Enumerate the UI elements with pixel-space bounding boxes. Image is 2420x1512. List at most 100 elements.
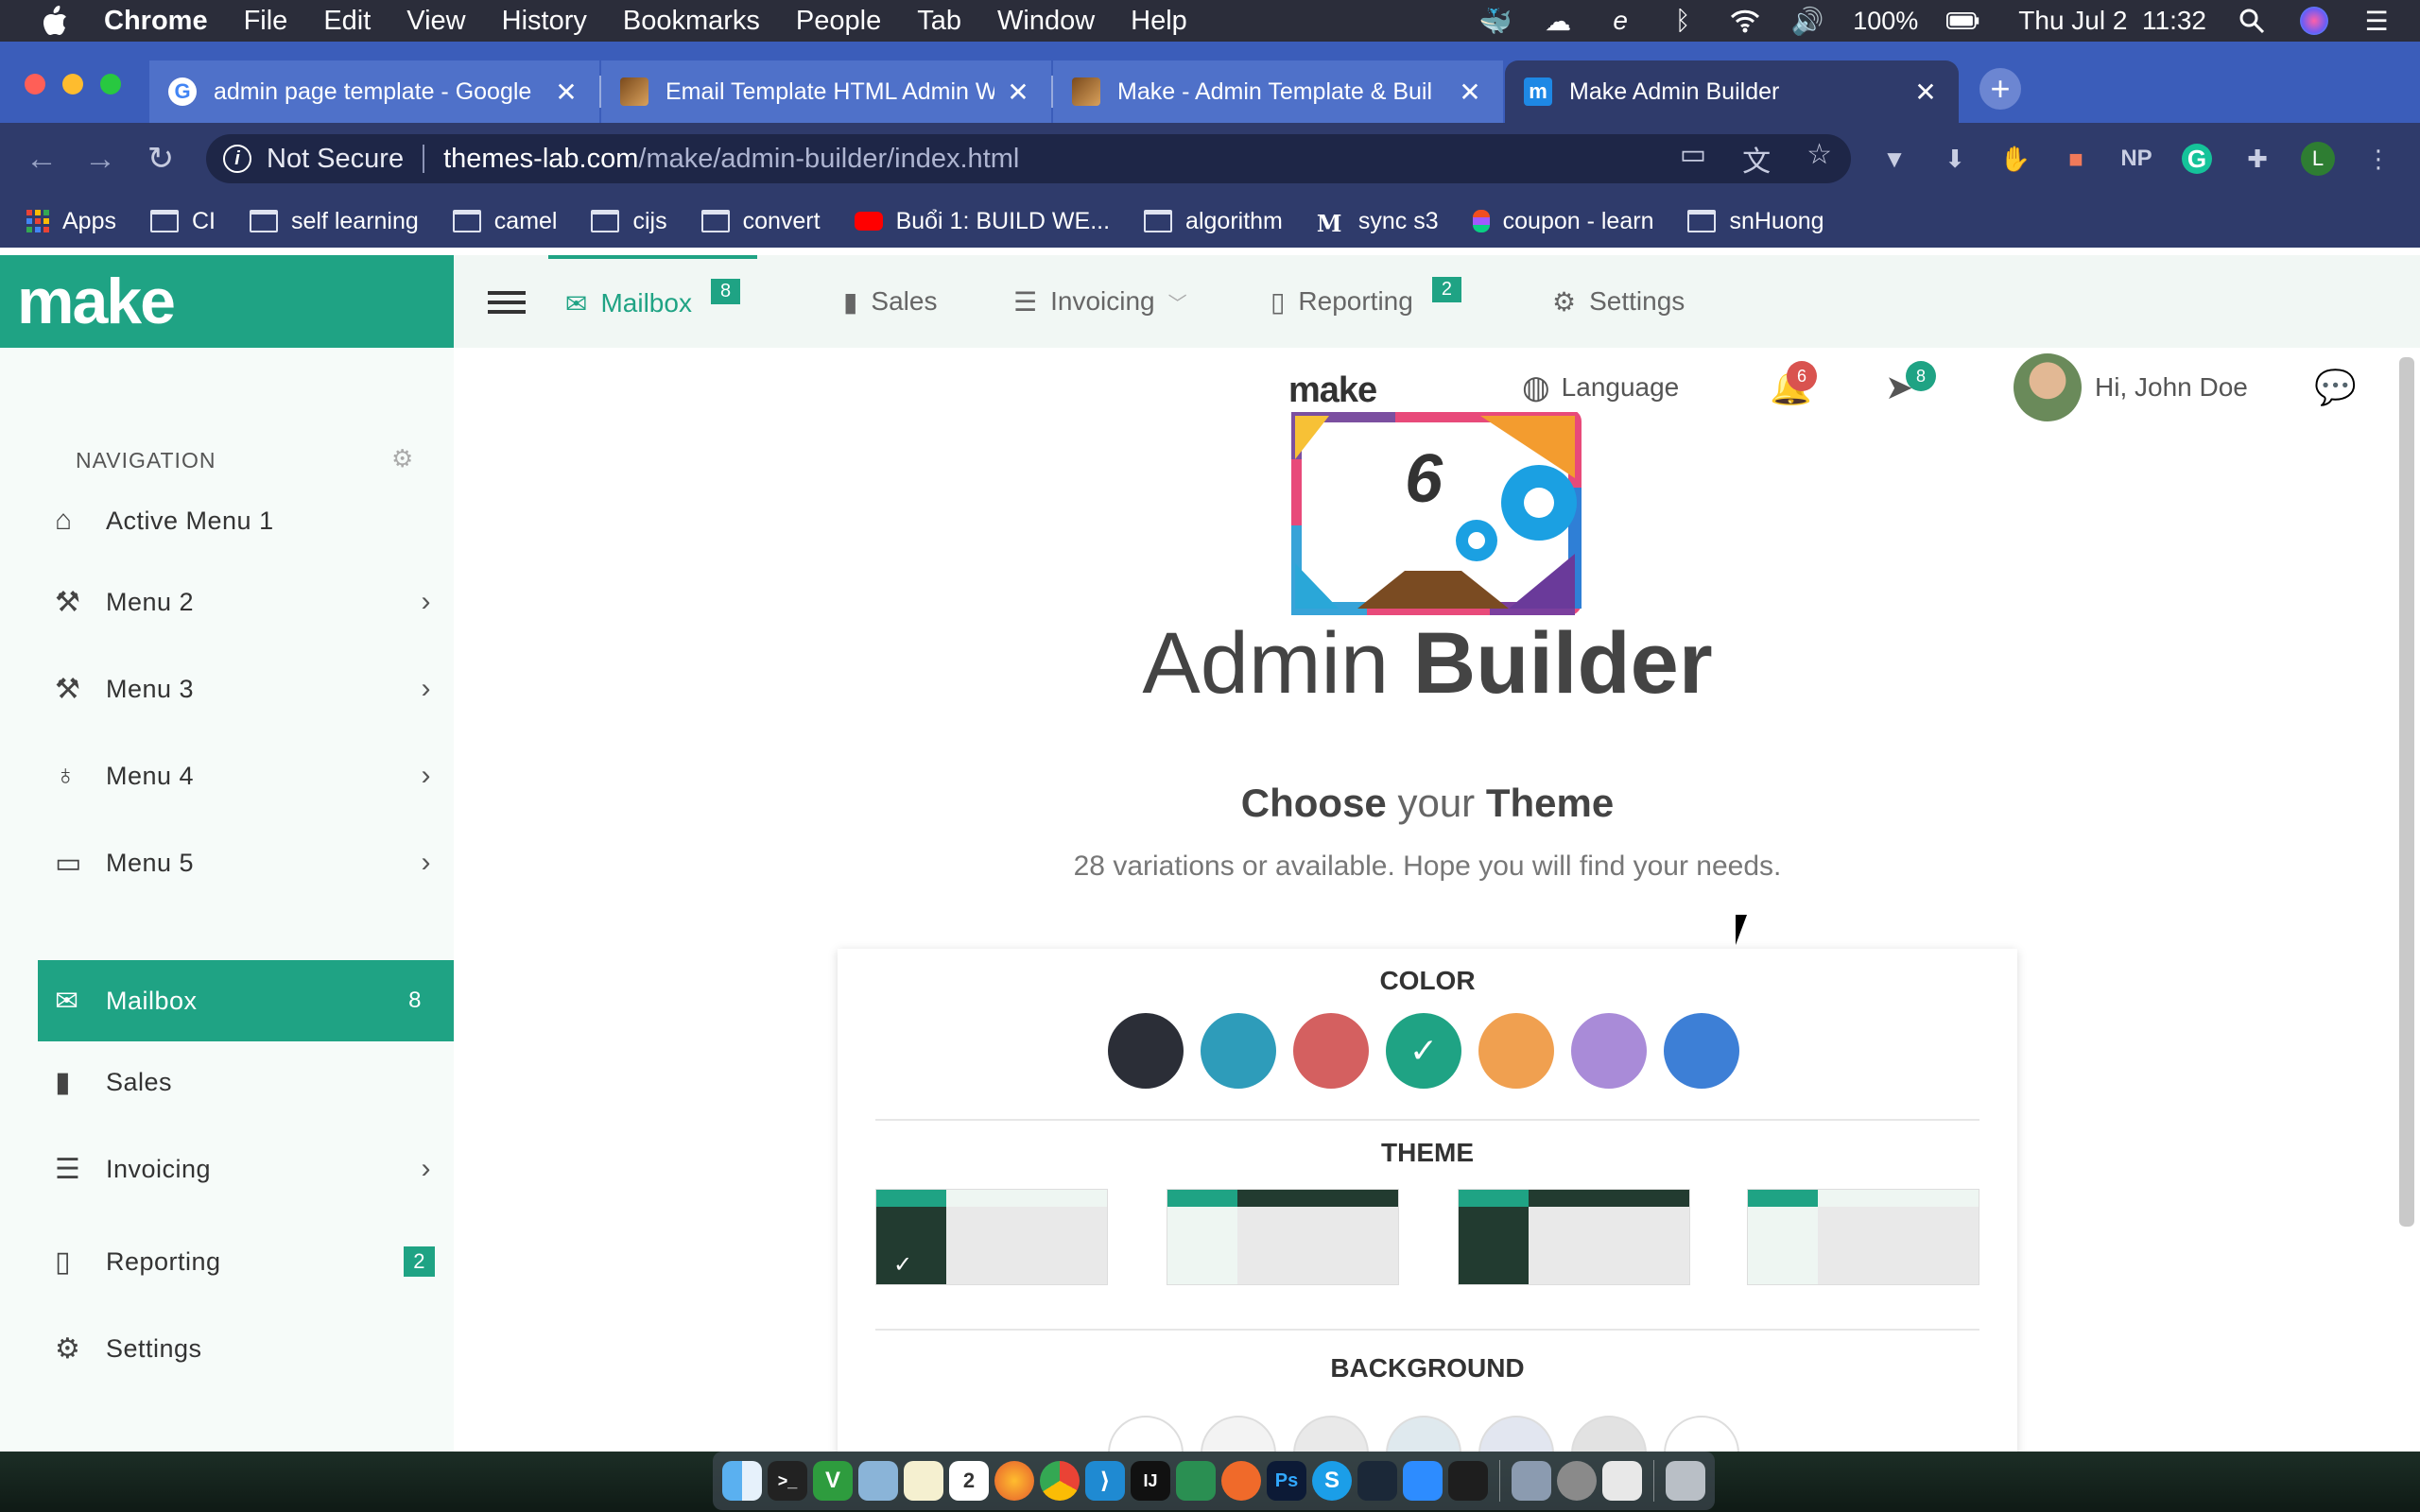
battery-icon[interactable] [1946, 7, 1980, 35]
background-swatch-4[interactable] [1386, 1416, 1461, 1452]
terminal-icon[interactable]: >_ [768, 1461, 807, 1501]
zoom-icon[interactable] [1403, 1461, 1443, 1501]
menu-people[interactable]: People [796, 6, 881, 37]
color-swatch-dark[interactable] [1108, 1013, 1184, 1089]
background-swatch-7[interactable] [1664, 1416, 1739, 1452]
menu-edit[interactable]: Edit [323, 6, 371, 37]
vscode-icon[interactable]: ⟩ [1085, 1461, 1125, 1501]
topnav-invoicing[interactable]: ☰ Invoicing ﹀ [1013, 255, 1187, 348]
menu-bookmarks[interactable]: Bookmarks [623, 6, 760, 37]
grammarly-icon[interactable]: G [2180, 142, 2214, 176]
sidebar-item-sales[interactable]: ▮ Sales [38, 1041, 454, 1123]
spotlight-icon[interactable] [2235, 7, 2269, 35]
wifi-icon[interactable] [1728, 7, 1762, 35]
bookmark-self-learning[interactable]: self learning [249, 208, 419, 235]
topnav-settings[interactable]: ⚙ Settings [1552, 255, 1685, 348]
background-swatch-3[interactable] [1293, 1416, 1369, 1452]
bookmark-cijs[interactable]: cijs [591, 208, 667, 235]
postman-icon[interactable] [1221, 1461, 1261, 1501]
back-arrow-icon[interactable]: ← [25, 141, 59, 177]
color-swatch-green[interactable]: ✓ [1386, 1013, 1461, 1089]
color-swatch-royal-blue[interactable] [1664, 1013, 1739, 1089]
sidebar-item-menu-3[interactable]: ⚒ Menu 3 › [38, 648, 454, 730]
user-menu[interactable]: Hi, John Doe [2014, 353, 2248, 421]
sidebar-item-reporting[interactable]: ▯ Reporting 2 [38, 1221, 454, 1302]
documents-stack-icon[interactable] [1602, 1461, 1642, 1501]
background-swatch-1[interactable] [1108, 1416, 1184, 1452]
theme-option-4[interactable] [1747, 1189, 1979, 1285]
new-tab-button[interactable]: + [1979, 68, 2021, 110]
tab-email-template[interactable]: Email Template HTML Admin W ✕ [601, 60, 1051, 123]
notes-icon[interactable] [904, 1461, 943, 1501]
background-swatch-2[interactable] [1201, 1416, 1276, 1452]
red-extension-icon[interactable]: ■ [2059, 142, 2093, 176]
gear-icon[interactable]: ⚙ [391, 444, 413, 473]
skype-icon[interactable]: S [1312, 1461, 1352, 1501]
language-selector[interactable]: ◍ Language [1522, 367, 1679, 408]
chrome-icon[interactable] [1040, 1461, 1080, 1501]
page-scrollbar[interactable] [2399, 357, 2414, 1227]
topnav-sales[interactable]: ▮ Sales [843, 255, 937, 348]
profile-avatar-icon[interactable]: L [2301, 142, 2335, 176]
color-swatch-orange[interactable] [1478, 1013, 1554, 1089]
sidebar-item-invoicing[interactable]: ☰ Invoicing › [38, 1128, 454, 1210]
translate-icon[interactable]: 文 [1742, 138, 1771, 180]
bookmark-camel[interactable]: camel [452, 208, 557, 235]
sidebar-item-settings[interactable]: ⚙ Settings [38, 1308, 454, 1389]
bookmark-algorithm[interactable]: algorithm [1144, 208, 1283, 235]
color-swatch-blue[interactable] [1201, 1013, 1276, 1089]
forward-arrow-icon[interactable]: → [83, 141, 117, 177]
intellij-icon[interactable]: IJ [1131, 1461, 1170, 1501]
sidebar-item-menu-5[interactable]: ▭ Menu 5 › [38, 822, 454, 903]
system-preferences-icon[interactable] [1557, 1461, 1597, 1501]
cast-icon[interactable]: ▭ [1680, 138, 1706, 180]
close-tab-icon[interactable]: ✕ [1456, 77, 1484, 108]
trash-icon[interactable] [1666, 1461, 1705, 1501]
background-swatch-5[interactable] [1478, 1416, 1554, 1452]
tab-make-template[interactable]: Make - Admin Template & Buil ✕ [1053, 60, 1503, 123]
bookmark-snhuong[interactable]: snHuong [1687, 208, 1824, 235]
stop-extension-icon[interactable]: ✋ [1998, 142, 2032, 176]
hamburger-menu-icon[interactable] [488, 291, 526, 314]
photoshop-icon[interactable]: Ps [1267, 1461, 1306, 1501]
vim-icon[interactable]: V [813, 1461, 853, 1501]
firefox-icon[interactable] [994, 1461, 1034, 1501]
tab-make-admin-builder[interactable]: m Make Admin Builder ✕ [1505, 60, 1959, 123]
docker-icon[interactable]: 🐳 [1478, 7, 1512, 36]
menu-help[interactable]: Help [1131, 6, 1187, 37]
preview-icon[interactable] [858, 1461, 898, 1501]
bookmark-sync-s3[interactable]: Msync s3 [1317, 208, 1439, 238]
bookmark-coupon[interactable]: coupon - learn [1472, 208, 1653, 235]
close-window-button[interactable] [25, 74, 45, 94]
security-status[interactable]: Not Secure [267, 144, 404, 175]
extensions-puzzle-icon[interactable]: ✚ [2240, 142, 2274, 176]
topnav-reporting[interactable]: ▯ Reporting 2 [1270, 255, 1461, 348]
calendar-icon[interactable]: 2 [949, 1461, 989, 1501]
close-tab-icon[interactable]: ✕ [1911, 77, 1940, 108]
zoom-window-button[interactable] [100, 74, 121, 94]
theme-option-3[interactable] [1458, 1189, 1690, 1285]
sidebar-item-active-menu-1[interactable]: ⌂ Active Menu 1 [38, 480, 454, 561]
vuejs-extension-icon[interactable]: ▼ [1877, 142, 1911, 176]
more-menu-icon[interactable]: ⋮ [2361, 142, 2395, 176]
volume-icon[interactable]: 🔊 [1790, 7, 1824, 36]
bookmark-star-icon[interactable]: ☆ [1806, 138, 1832, 180]
clock[interactable]: Thu Jul 2 11:32 [2018, 6, 2206, 36]
control-center-icon[interactable]: ☰ [2360, 7, 2394, 36]
menu-file[interactable]: File [244, 6, 288, 37]
background-swatch-6[interactable] [1571, 1416, 1647, 1452]
close-tab-icon[interactable]: ✕ [552, 77, 580, 108]
info-icon[interactable]: i [223, 145, 251, 173]
chat-button[interactable]: 💬 [2314, 367, 2357, 408]
bookmark-youtube[interactable]: Buổi 1: BUILD WE... [854, 208, 1110, 235]
menu-history[interactable]: History [502, 6, 587, 37]
color-swatch-red[interactable] [1293, 1013, 1369, 1089]
script-icon[interactable]: e [1603, 6, 1637, 35]
sidebar-item-menu-2[interactable]: ⚒ Menu 2 › [38, 561, 454, 643]
close-tab-icon[interactable]: ✕ [1004, 77, 1032, 108]
np-extension-icon[interactable]: NP [2119, 142, 2153, 176]
apple-icon[interactable] [38, 4, 72, 38]
sidebar-item-menu-4[interactable]: ♁ Menu 4 › [38, 735, 454, 816]
bluetooth-icon[interactable]: ᛒ [1666, 6, 1700, 35]
address-bar[interactable]: i Not Secure themes-lab.com/make/admin-b… [206, 134, 1851, 183]
